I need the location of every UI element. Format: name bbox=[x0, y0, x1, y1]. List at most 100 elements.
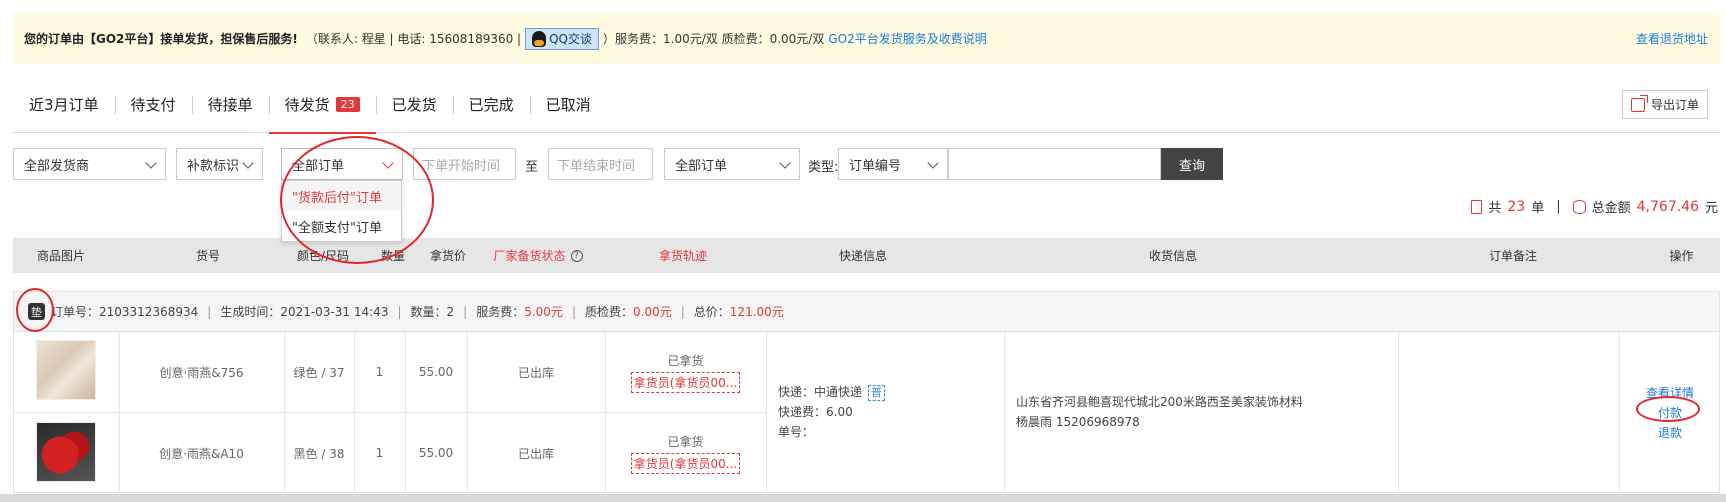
order-kind-select[interactable]: 全部订单 bbox=[281, 148, 403, 180]
tab-label: 待接单 bbox=[207, 96, 253, 114]
tab-cancelled[interactable]: 已取消 bbox=[529, 77, 607, 133]
total-amount: 4,767.46 bbox=[1636, 198, 1699, 215]
pay-link[interactable]: 付款 bbox=[1658, 403, 1682, 423]
picker-link[interactable]: 拿货员(拿货员00... bbox=[630, 371, 741, 393]
date-range-separator: 至 bbox=[525, 160, 539, 175]
start-time-input[interactable]: 下单开始时间 bbox=[413, 148, 516, 180]
keyword-input[interactable] bbox=[948, 148, 1161, 180]
coin-stack-icon bbox=[1572, 199, 1586, 214]
tab-label: 已发货 bbox=[391, 96, 437, 114]
ordinary-badge: 普 bbox=[868, 385, 886, 401]
total-label: 总金额 bbox=[1591, 201, 1631, 216]
picker-link[interactable]: 拿货员(拿货员00... bbox=[630, 452, 741, 474]
order-total: 121.00元 bbox=[729, 305, 784, 319]
table-header: 商品图片 货号 颜色/尺码 数量 拿货价 厂家备货状态? 拿货轨迹 快递信息 收… bbox=[13, 238, 1720, 273]
item-color-size: 绿色 / 37 bbox=[293, 365, 345, 380]
tracking-number: 单号： bbox=[778, 425, 815, 439]
col-track: 拿货轨迹 bbox=[658, 249, 707, 263]
chevron-down-icon bbox=[145, 157, 157, 169]
item-price: 55.00 bbox=[418, 446, 454, 460]
type-select[interactable]: 订单编号 bbox=[838, 148, 948, 180]
item-sku: 创意·雨燕&A10 bbox=[159, 446, 244, 461]
item-qty: 1 bbox=[375, 365, 384, 379]
tab-label: 已取消 bbox=[545, 96, 591, 114]
end-time-input[interactable]: 下单结束时间 bbox=[548, 148, 653, 180]
product-image[interactable] bbox=[36, 340, 96, 400]
service-fee-label: 服务费： bbox=[476, 305, 525, 319]
count-suffix: 单 bbox=[1531, 201, 1545, 216]
separator: | bbox=[207, 304, 212, 319]
tab-shipped[interactable]: 已发货 bbox=[375, 77, 453, 133]
track-status: 已拿货 bbox=[667, 434, 704, 449]
order-header: 垫 订单号：2103312368934 | 生成时间：2021-03-31 14… bbox=[13, 291, 1720, 331]
dropdown-option-full-pay[interactable]: "全额支付"订单 bbox=[282, 211, 401, 241]
receiver-address: 山东省齐河县鲍喜现代城北200米路西圣美家装饰材料 bbox=[1016, 395, 1303, 409]
supplement-select[interactable]: 补款标识 bbox=[176, 148, 263, 180]
order-kind-dropdown: "货款后付"订单 "全额支付"订单 bbox=[281, 180, 402, 242]
divider bbox=[1004, 332, 1005, 492]
select-value: 补款标识 bbox=[187, 158, 240, 174]
item-factory-status: 已出库 bbox=[517, 446, 554, 461]
col-sku: 货号 bbox=[195, 249, 220, 263]
select-value: 订单编号 bbox=[849, 158, 902, 174]
count-prefix: 共 bbox=[1488, 201, 1502, 216]
select-value: 全部发货商 bbox=[24, 158, 90, 174]
page-bottom-strip bbox=[0, 494, 1726, 502]
tab-pending-accept[interactable]: 待接单 bbox=[191, 77, 269, 133]
item-price: 55.00 bbox=[418, 365, 454, 379]
tab-pending-shipment[interactable]: 待发货 23 bbox=[268, 77, 376, 134]
track-status: 已拿货 bbox=[667, 353, 704, 368]
return-address-link[interactable]: 查看退货地址 bbox=[1636, 30, 1708, 47]
type-label: 类型: bbox=[808, 160, 839, 175]
tab-recent-3-months[interactable]: 近3月订单 bbox=[13, 77, 115, 133]
col-factory-status-label: 厂家备货状态 bbox=[493, 249, 566, 263]
item-track: 已拿货 拿货员(拿货员00... bbox=[605, 413, 766, 493]
separator: | bbox=[571, 304, 576, 319]
item-color-size: 黑色 / 38 bbox=[293, 446, 345, 461]
view-detail-link[interactable]: 查看详情 bbox=[1646, 383, 1694, 403]
order-qty: 数量：2 bbox=[410, 305, 455, 319]
order-summary: 共 23 单 | 总金额 4,767.46 元 bbox=[1471, 197, 1718, 216]
col-price: 拿货价 bbox=[429, 249, 466, 263]
col-qty: 数量 bbox=[380, 249, 405, 263]
qq-penguin-icon bbox=[532, 30, 547, 47]
col-factory-status: 厂家备货状态? bbox=[478, 238, 598, 273]
chevron-down-icon bbox=[779, 157, 791, 169]
item-sku: 创意·雨燕&756 bbox=[159, 365, 244, 380]
tab-completed[interactable]: 已完成 bbox=[452, 77, 530, 133]
qq-chat-label: QQ交谈 bbox=[549, 32, 593, 46]
chevron-down-icon bbox=[242, 157, 254, 169]
tab-label: 近3月订单 bbox=[29, 96, 99, 114]
export-orders-button[interactable]: 导出订单 bbox=[1621, 90, 1708, 119]
order-total-label: 总价： bbox=[693, 305, 730, 319]
select-value: 全部订单 bbox=[292, 158, 345, 174]
notice-title: 您的订单由【GO2平台】接单发货，担保售后服务! bbox=[24, 32, 298, 46]
query-button[interactable]: 查询 bbox=[1161, 148, 1223, 180]
select-value: 全部订单 bbox=[675, 158, 728, 174]
qc-fee-label: 质检费： bbox=[584, 305, 633, 319]
order-created-time: 生成时间：2021-03-31 14:43 bbox=[220, 305, 389, 319]
divider bbox=[1398, 332, 1399, 492]
separator: | bbox=[463, 304, 468, 319]
divider bbox=[766, 332, 767, 492]
order-scope-select[interactable]: 全部订单 bbox=[664, 148, 800, 180]
tab-label: 待支付 bbox=[130, 96, 176, 114]
help-icon[interactable]: ? bbox=[570, 249, 583, 262]
express-info: 快递：中通快递普 快递费：6.00 单号： bbox=[778, 382, 886, 442]
chevron-down-icon bbox=[927, 157, 939, 169]
fee-explain-link[interactable]: GO2平台发货服务及收费说明 bbox=[828, 30, 986, 47]
qc-fee: 0.00元 bbox=[633, 305, 672, 319]
service-fee: 5.00元 bbox=[524, 305, 563, 319]
notice-contact: （联系人: 程星 | 电话: 15608189360 | bbox=[305, 32, 522, 46]
col-express: 快递信息 bbox=[838, 249, 887, 263]
tab-pending-payment[interactable]: 待支付 bbox=[114, 77, 192, 133]
dropdown-option-pay-later[interactable]: "货款后付"订单 bbox=[282, 181, 401, 211]
product-image[interactable] bbox=[36, 422, 96, 482]
express-company: 快递：中通快递 bbox=[778, 385, 863, 399]
shipper-select[interactable]: 全部发货商 bbox=[13, 148, 166, 180]
refund-link[interactable]: 退款 bbox=[1658, 423, 1682, 443]
col-image: 商品图片 bbox=[36, 249, 85, 263]
receiver-name-phone: 杨晨雨 15206968978 bbox=[1016, 415, 1140, 429]
currency-unit: 元 bbox=[1704, 201, 1718, 216]
qq-chat-button[interactable]: QQ交谈 bbox=[525, 27, 600, 50]
